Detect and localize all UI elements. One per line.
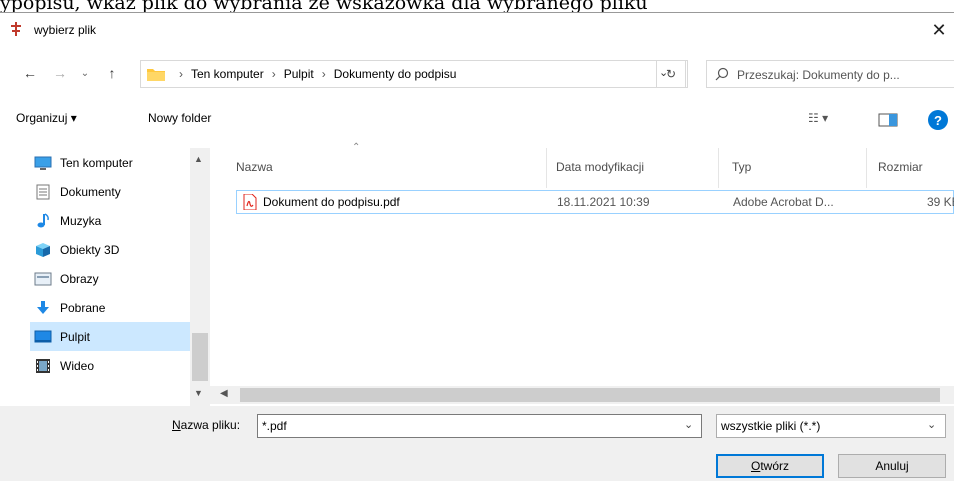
app-icon [11, 22, 21, 36]
breadcrumb-separator: › [179, 67, 183, 81]
column-divider[interactable] [866, 148, 867, 188]
filename-input[interactable]: *.pdf ⌄ [257, 414, 702, 438]
dialog-footer: Nazwa pliku: *.pdf ⌄ wszystkie pliki (*.… [0, 406, 954, 481]
desktop-icon [34, 329, 52, 345]
refresh-icon: ↻ [665, 67, 677, 81]
column-divider[interactable] [546, 148, 547, 188]
search-input[interactable]: Przeszukaj: Dokumenty do p... [706, 60, 954, 88]
recent-locations-button[interactable]: ⌄ [76, 60, 94, 86]
file-list-scroll-thumb[interactable] [240, 388, 940, 402]
column-divider[interactable] [718, 148, 719, 188]
scroll-left-icon[interactable]: ◀ [220, 388, 228, 399]
view-list-icon: ☷ ▾ [808, 111, 829, 125]
scroll-down-icon[interactable]: ▼ [194, 388, 203, 398]
open-button-accesskey: O [750, 459, 761, 473]
preview-pane-button[interactable] [878, 113, 898, 127]
pdf-file-icon [243, 194, 257, 210]
documents-icon [34, 184, 52, 200]
forward-button[interactable]: → [48, 60, 72, 86]
table-row[interactable]: Dokument do podpisu.pdf 18.11.2021 10:39… [236, 190, 954, 214]
back-button[interactable]: ← [18, 60, 42, 86]
sidebar-item-ten-komputer[interactable]: Ten komputer [34, 148, 190, 177]
column-header-modified[interactable]: Data modyfikacji [556, 160, 644, 174]
navigation-row: ← → ⌄ ↑ › Ten komputer › Pulpit › Dokume… [0, 56, 954, 92]
search-placeholder: Przeszukaj: Dokumenty do p... [737, 68, 900, 82]
help-button[interactable]: ? [928, 110, 948, 130]
refresh-button[interactable]: ↻ [656, 60, 686, 88]
navigation-pane: Ten komputer Dokumenty Muzyka Obiekty 3D… [0, 148, 210, 406]
background-page-text: ypopisu, wkaz plik do wybrania ze wskazo… [0, 0, 648, 12]
computer-icon [34, 155, 52, 171]
column-header-name[interactable]: Nazwa [236, 160, 273, 174]
chevron-down-icon[interactable]: ⌄ [684, 418, 693, 431]
folder-icon [147, 69, 165, 81]
address-bar[interactable]: › Ten komputer › Pulpit › Dokumenty do p… [140, 60, 688, 88]
breadcrumb-separator: › [321, 67, 326, 81]
breadcrumb-separator: › [271, 67, 276, 81]
filename-label-accesskey: N [172, 418, 181, 432]
open-button[interactable]: Otwórz [716, 454, 824, 478]
sidebar-item-obrazy[interactable]: Obrazy [34, 264, 190, 293]
sidebar-item-label: Pulpit [60, 329, 91, 344]
sidebar-item-label: Obiekty 3D [60, 242, 120, 257]
filename-value: *.pdf [262, 419, 287, 433]
sidebar-item-muzyka[interactable]: Muzyka [34, 206, 190, 235]
file-size: 39 KB [927, 195, 954, 209]
music-icon [34, 212, 52, 229]
sidebar-item-obiekty-3d[interactable]: Obiekty 3D [34, 235, 190, 264]
close-button[interactable]: ✕ [924, 13, 954, 47]
view-options-button[interactable]: ☷ ▾ [808, 111, 828, 125]
pictures-icon [34, 271, 52, 287]
sidebar-item-wideo[interactable]: Wideo [34, 351, 190, 380]
file-name: Dokument do podpisu.pdf [263, 195, 400, 209]
chevron-down-icon: ⌄ [80, 67, 90, 79]
file-list: ⌃ Nazwa Data modyfikacji Typ Rozmiar Dok… [210, 142, 954, 406]
search-icon [715, 67, 729, 81]
sidebar-item-label: Muzyka [60, 213, 102, 228]
arrow-up-icon: ↑ [108, 65, 116, 81]
sidebar-scroll-thumb[interactable] [192, 333, 208, 381]
close-icon: ✕ [931, 19, 947, 40]
sort-ascending-icon: ⌃ [352, 142, 361, 153]
title-bar: wybierz plik ✕ [0, 13, 954, 47]
breadcrumb-item[interactable]: Pulpit [284, 67, 314, 81]
preview-pane-icon [878, 113, 898, 127]
file-type: Adobe Acrobat D... [733, 195, 834, 209]
breadcrumb-item[interactable]: Dokumenty do podpisu [334, 67, 457, 81]
column-header-size[interactable]: Rozmiar [878, 160, 923, 174]
cancel-button[interactable]: Anuluj [838, 454, 946, 478]
downloads-icon [34, 300, 52, 316]
sidebar-item-label: Ten komputer [60, 155, 133, 170]
objects-3d-icon [34, 242, 52, 258]
up-button[interactable]: ↑ [100, 60, 124, 86]
file-open-dialog: wybierz plik ✕ ← → ⌄ ↑ › Ten komputer › … [0, 12, 954, 481]
sidebar-item-label: Pobrane [60, 300, 106, 315]
new-folder-button[interactable]: Nowy folder [148, 111, 211, 125]
sidebar-item-label: Obrazy [60, 271, 99, 286]
help-icon: ? [934, 112, 942, 128]
file-type-filter-value: wszystkie pliki (*.*) [721, 419, 821, 433]
breadcrumb-item[interactable]: Ten komputer [191, 67, 264, 81]
sidebar-item-dokumenty[interactable]: Dokumenty [34, 177, 190, 206]
filename-label: Nazwa pliku: [172, 418, 240, 432]
file-type-filter[interactable]: wszystkie pliki (*.*) ⌄ [716, 414, 946, 438]
cancel-button-label: Anuluj [875, 459, 909, 473]
sidebar-item-label: Dokumenty [60, 184, 121, 199]
column-header-type[interactable]: Typ [732, 160, 751, 174]
open-button-label: twórz [760, 459, 789, 473]
window-title: wybierz plik [34, 23, 97, 37]
toolbar: Organizuj ▾ Nowy folder ☷ ▾ ? [0, 105, 954, 137]
sidebar-item-pulpit[interactable]: Pulpit [30, 322, 190, 351]
scroll-up-icon[interactable]: ▲ [194, 154, 203, 164]
breadcrumb: › Ten komputer › Pulpit › Dokumenty do p… [171, 67, 456, 81]
video-icon [34, 358, 52, 374]
sidebar-item-pobrane[interactable]: Pobrane [34, 293, 190, 322]
arrow-left-icon: ← [23, 65, 37, 81]
file-modified: 18.11.2021 10:39 [557, 195, 650, 209]
filename-label-text: azwa pliku: [180, 418, 241, 432]
organize-menu[interactable]: Organizuj ▾ [16, 111, 77, 125]
arrow-right-icon: → [53, 65, 67, 81]
sidebar-item-label: Wideo [60, 358, 95, 373]
chevron-down-icon[interactable]: ⌄ [927, 418, 936, 431]
